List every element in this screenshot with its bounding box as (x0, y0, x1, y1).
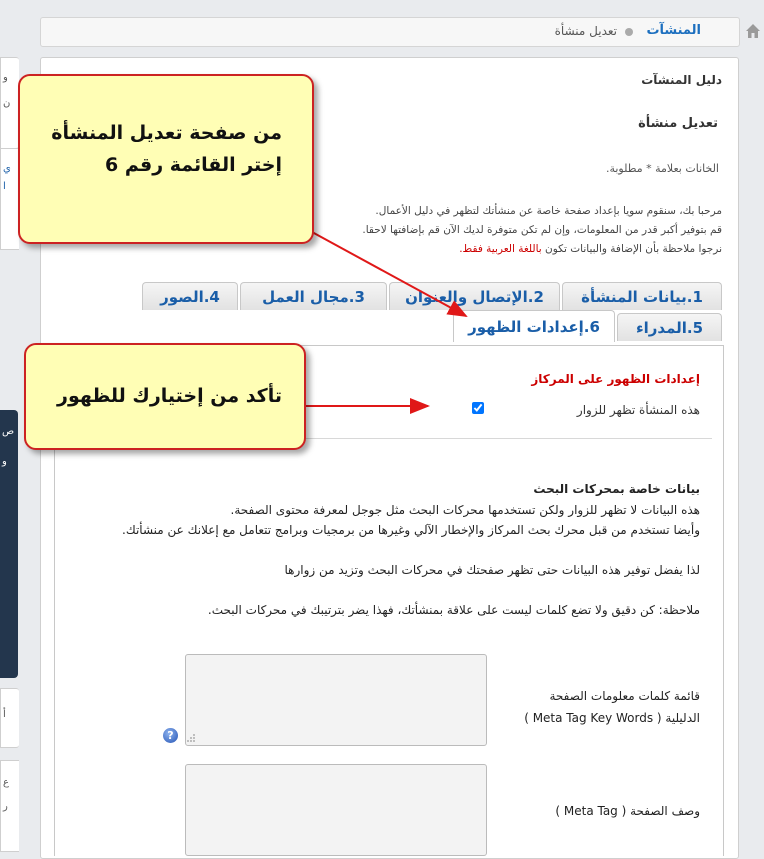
sidebar-dark-panel: ص و (0, 410, 18, 678)
instruction-callout-2: تأكد من إختيارك للظهور (24, 343, 306, 450)
breadcrumb-home-link[interactable]: المنشآت (646, 23, 701, 38)
display-settings-heading: إعدادات الظهور على المركاز (531, 372, 700, 386)
tab-business-field[interactable]: 3.مجال العمل (240, 282, 387, 310)
meta-keywords-label-line-2: الدليلية ( Meta Tag Key Words ) (524, 711, 700, 725)
sidebar-panel-2: ي ا (0, 148, 19, 250)
meta-keywords-label: قائمة كلمات معلومات الصفحة الدليلية ( Me… (500, 685, 700, 729)
sidebar-fragment: أ (3, 709, 6, 720)
tab-photos[interactable]: 4.الصور (142, 282, 238, 310)
meta-keywords-input[interactable] (185, 654, 487, 746)
seo-heading: بيانات خاصة بمحركات البحث (533, 482, 700, 496)
callout-1-line-2: إختر القائمة رقم 6 (105, 154, 282, 176)
tab-display-settings[interactable]: 6.إعدادات الظهور (453, 310, 615, 342)
callout-2-text: تأكد من إختيارك للظهور (57, 385, 282, 407)
meta-description-input[interactable] (185, 764, 487, 856)
visible-to-visitors-label: هذه المنشأة تظهر للزوار (576, 403, 700, 417)
seo-text-line-1: هذه البيانات لا تظهر للزوار ولكن تستخدمه… (230, 503, 700, 517)
sidebar-fragment: و (2, 456, 7, 467)
breadcrumb-separator-icon (625, 28, 633, 36)
tab-contact-address[interactable]: 2.الإتصال والعنوان (389, 282, 560, 310)
sidebar-fragment: ن (3, 98, 11, 109)
page-title: تعديل منشأة (638, 116, 718, 131)
instruction-callout-1: من صفحة تعديل المنشأة إختر القائمة رقم 6 (18, 74, 314, 244)
visible-to-visitors-checkbox[interactable] (472, 402, 484, 414)
resize-grip-icon[interactable] (186, 733, 196, 743)
seo-note: ملاحظة: كن دقيق ولا تضع كلمات ليست على ع… (207, 603, 700, 617)
tab-managers[interactable]: 5.المدراء (617, 313, 722, 341)
sidebar-panel-3: أ (0, 688, 19, 748)
sidebar-panel-4: ع ر (0, 760, 19, 852)
tab-business-info[interactable]: 1.بيانات المنشأة (562, 282, 722, 310)
directory-title: دليل المنشآت (641, 73, 722, 87)
sidebar-fragment: ص (2, 426, 15, 437)
intro-line-1: مرحبا بك، سنقوم سويا بإعداد صفحة خاصة عن… (375, 205, 722, 217)
home-icon[interactable] (745, 23, 761, 39)
seo-text-line-3: لذا يفضل توفير هذه البيانات حتى تظهر صفح… (284, 563, 700, 577)
sidebar-fragment: ع (3, 777, 9, 788)
sidebar-fragment: ر (3, 801, 8, 812)
arabic-only-note: باللغة العربية فقط. (459, 243, 542, 255)
intro-line-3-prefix: نرجوا ملاحظة بأن الإضافة والبيانات تكون (541, 243, 722, 255)
help-icon[interactable]: ? (163, 728, 178, 743)
sidebar-fragment[interactable]: ي (3, 163, 11, 174)
required-note: الخانات بعلامة * مطلوبة. (605, 162, 719, 175)
meta-keywords-label-line-1: قائمة كلمات معلومات الصفحة (549, 689, 700, 703)
sidebar-fragment[interactable]: ا (3, 181, 6, 192)
intro-line-2: قم بتوفير أكبر قدر من المعلومات، وإن لم … (362, 224, 722, 236)
sidebar-panel-1: و ن (0, 57, 19, 149)
callout-1-line-1: من صفحة تعديل المنشأة (51, 122, 282, 144)
breadcrumb: المنشآت تعديل منشأة (40, 17, 760, 47)
intro-line-3: نرجوا ملاحظة بأن الإضافة والبيانات تكون … (459, 243, 722, 255)
sidebar-fragment: و (3, 72, 8, 83)
breadcrumb-current: تعديل منشأة (554, 24, 617, 38)
seo-text-line-2: وأيضا تستخدم من قبل محرك بحث المركاز وال… (122, 523, 700, 537)
meta-description-label: وصف الصفحة ( Meta Tag ) (555, 804, 700, 818)
